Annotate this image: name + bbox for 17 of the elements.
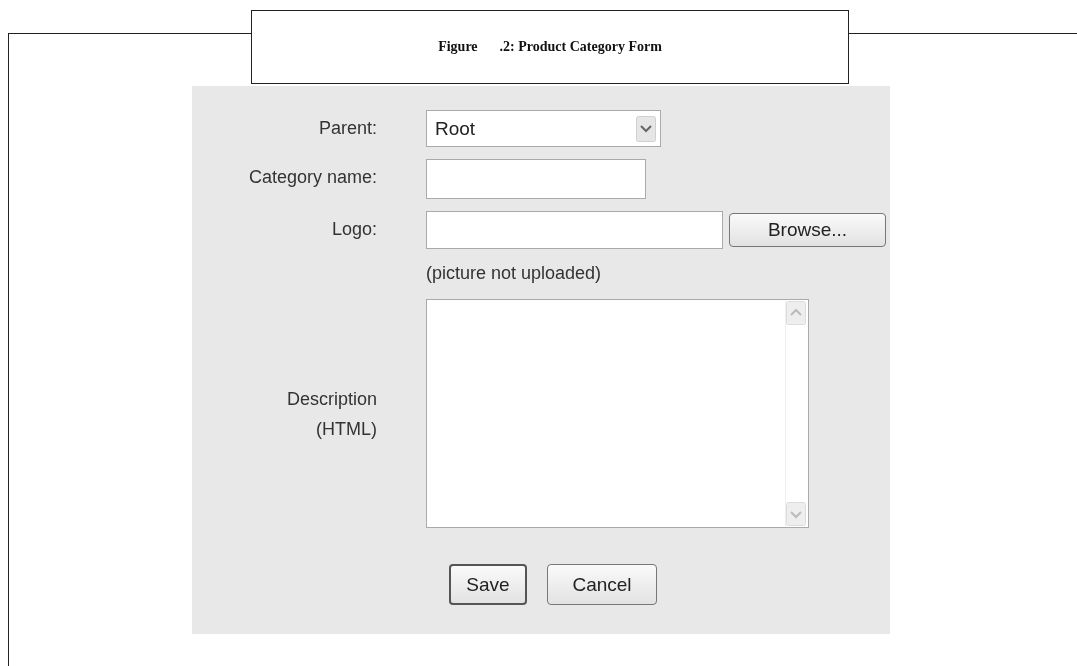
logo-file-input[interactable] [426, 211, 723, 249]
description-textarea[interactable] [426, 299, 809, 528]
upload-status-note: (picture not uploaded) [426, 262, 603, 285]
field-label: Logo: [330, 218, 377, 241]
save-button[interactable]: Save [449, 564, 527, 605]
figure-label: Figure [438, 39, 478, 55]
scroll-down-icon[interactable] [786, 502, 806, 526]
cancel-button[interactable]: Cancel [547, 564, 657, 605]
field-label: Parent: [317, 117, 377, 140]
parent-select[interactable]: Root [426, 110, 661, 147]
category-name-input[interactable] [426, 159, 646, 199]
scroll-up-icon[interactable] [786, 301, 806, 325]
field-label: Category name: [247, 166, 377, 189]
browse-button[interactable]: Browse... [729, 213, 886, 247]
scrollbar[interactable] [785, 300, 808, 527]
figure-title: .2: Product Category Form [499, 39, 662, 55]
field-label: Description (HTML) [285, 387, 377, 441]
